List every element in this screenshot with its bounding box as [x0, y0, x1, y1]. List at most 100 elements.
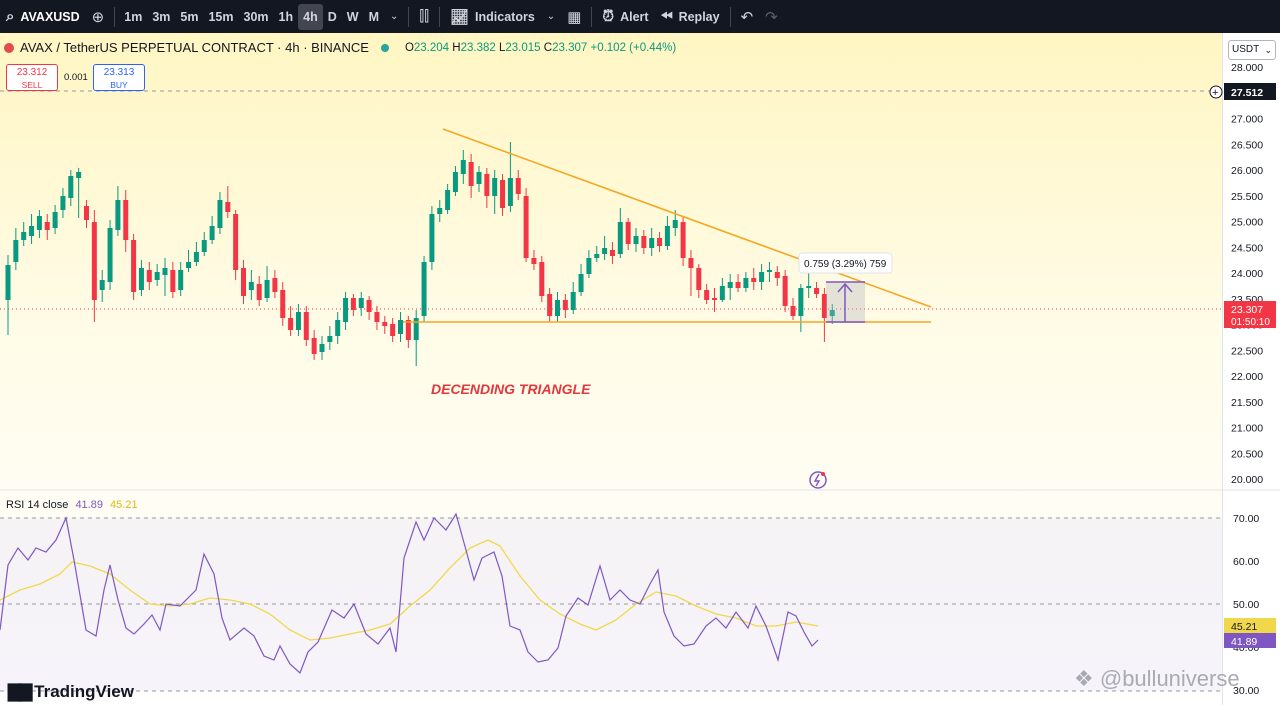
candles-group	[5, 142, 835, 366]
candle-body	[649, 238, 655, 248]
crosshair-price: 27.512	[1231, 87, 1263, 99]
rsi-legend[interactable]: RSI 14 close 41.89 45.21	[6, 499, 138, 511]
candle-body	[327, 336, 333, 342]
watermark-text: @bulluniverse	[1099, 666, 1240, 691]
candle-body	[460, 160, 466, 174]
rsi-tick-label: 50.00	[1233, 599, 1259, 611]
candle-body	[366, 300, 372, 312]
candle-body	[429, 214, 435, 262]
candle-body	[476, 172, 482, 184]
tradingview-logo[interactable]: ▇▇ TradingView	[8, 682, 134, 702]
rsi-value: 41.89	[1231, 636, 1257, 648]
candle-body	[500, 180, 506, 208]
candle-body	[633, 236, 639, 244]
candle-body	[759, 272, 765, 282]
candle-body	[264, 280, 270, 298]
candle-body	[437, 208, 443, 214]
price-tick-label: 24.500	[1231, 242, 1263, 254]
candle-body	[382, 322, 388, 326]
candle-body	[712, 298, 717, 300]
price-tick-label: 25.000	[1231, 217, 1263, 229]
lightning-icon	[813, 473, 821, 487]
avax-logo-icon	[4, 42, 14, 53]
price-tick-label: 22.000	[1231, 371, 1263, 383]
currency-selector[interactable]: USDT ⌄	[1228, 40, 1276, 60]
candle-body	[468, 162, 474, 186]
candle-body	[29, 226, 35, 236]
candle-body	[319, 344, 325, 352]
high-label: H	[452, 41, 461, 54]
descending-trendline[interactable]	[442, 128, 932, 308]
candle-body	[256, 284, 262, 300]
sell-label: SELL	[21, 80, 43, 90]
candle-body	[531, 258, 537, 264]
candle-body	[248, 282, 254, 290]
spread-value: 0.001	[64, 72, 88, 83]
price-ticks: 28.00027.50027.00026.50026.00025.50025.0…	[1231, 62, 1263, 486]
candle-body	[123, 200, 129, 240]
candle-body	[225, 202, 231, 212]
candle-body	[170, 270, 176, 292]
candle-body	[445, 190, 451, 210]
chart-canvas[interactable]: 0.759 (3.29%) 759 DECENDING TRIANGLE 28.…	[0, 0, 1280, 705]
rsi-legend-value: 41.89	[75, 499, 103, 511]
buy-label: BUY	[110, 80, 128, 90]
watermark-logo-icon: ❖	[1074, 666, 1094, 691]
price-tick-label: 24.000	[1231, 268, 1263, 280]
candle-body	[68, 176, 74, 198]
candle-body	[727, 282, 733, 288]
chevron-down-icon: ⌄	[1264, 45, 1272, 55]
price-tick-label: 20.000	[1231, 474, 1263, 486]
candle-body	[547, 294, 553, 316]
candle-body	[452, 172, 458, 192]
candle-body	[311, 338, 317, 354]
candle-body	[814, 288, 820, 294]
candle-body	[405, 320, 411, 340]
open-label: O	[404, 41, 414, 54]
change-value: +0.102 (+0.44%)	[590, 41, 677, 54]
sell-button[interactable]: 23.312 SELL	[6, 64, 58, 91]
open-value: 23.204	[413, 41, 450, 54]
candle-body	[539, 262, 545, 296]
buy-button[interactable]: 23.313 BUY	[93, 64, 145, 91]
price-tick-label: 21.000	[1231, 423, 1263, 435]
sell-price: 23.312	[16, 67, 48, 78]
plus-icon: +	[1212, 87, 1218, 99]
candle-body	[13, 240, 19, 262]
price-tick-label: 20.500	[1231, 448, 1263, 460]
price-tick-label: 21.500	[1231, 397, 1263, 409]
candle-body	[743, 278, 749, 288]
rsi-tick-label: 70.00	[1233, 513, 1259, 525]
candle-body	[36, 216, 42, 230]
candle-body	[570, 292, 576, 310]
candle-body	[272, 278, 278, 292]
candle-body	[21, 232, 27, 240]
price-tick-label: 22.500	[1231, 345, 1263, 357]
candle-body	[735, 282, 741, 288]
symbol-title[interactable]: AVAX / TetherUS PERPETUAL CONTRACT · 4h …	[20, 40, 369, 55]
price-tick-label: 27.000	[1231, 114, 1263, 126]
candle-body	[107, 228, 113, 282]
candle-body	[586, 258, 592, 274]
candle-body	[201, 240, 207, 252]
candle-body	[146, 270, 152, 282]
candle-body	[115, 200, 121, 230]
candle-body	[374, 312, 380, 322]
candle-body	[217, 200, 223, 228]
candle-body	[602, 248, 608, 254]
candle-body	[657, 238, 663, 246]
candle-body	[562, 300, 568, 310]
chart-legend: AVAX / TetherUS PERPETUAL CONTRACT · 4h …	[4, 40, 676, 55]
candle-body	[138, 268, 144, 290]
candle-body	[766, 270, 772, 272]
low-value: 23.015	[505, 41, 541, 54]
buy-price: 23.313	[103, 67, 135, 78]
candle-body	[280, 290, 286, 318]
candle-body	[507, 178, 513, 206]
bar-countdown: 01:50:10	[1231, 317, 1270, 328]
candle-body	[523, 196, 529, 258]
tradingview-logo-text: TradingView	[34, 682, 134, 701]
candle-body	[233, 214, 239, 270]
candle-body	[295, 312, 301, 330]
candle-body	[421, 262, 427, 316]
